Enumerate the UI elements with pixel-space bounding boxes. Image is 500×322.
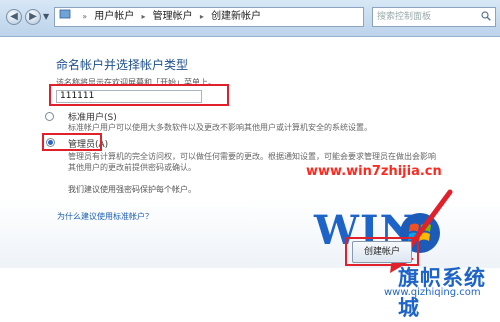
password-recommendation: 我们建议使用强密码保护每个帐户。 [68,185,196,194]
breadcrumb-manage-accounts[interactable]: 管理帐户 [153,8,193,26]
search-input[interactable]: 搜索控制面板 [372,7,496,27]
standard-user-radio[interactable] [45,112,54,121]
why-standard-link[interactable]: 为什么建议使用标准帐户？ [57,211,153,222]
breadcrumb-create-account[interactable]: 创建新帐户 [211,8,261,26]
content-pane: 命名帐户并选择帐户类型 该名称将显示在欢迎屏幕和「开始」菜单上。 111111 … [0,37,500,320]
administrator-description-line2: 其他用户的更改前提供密码或确认。 [68,163,196,172]
watermark-brand-url: www.qizhiqing.com [384,287,481,298]
address-bar[interactable]: » 用户帐户 ▸ 管理帐户 ▸ 创建新帐户 [54,7,364,27]
chevron-right-icon: ▸ [141,12,146,21]
highlight-box-name [49,84,229,106]
search-placeholder: 搜索控制面板 [377,12,432,22]
highlight-box-create [345,237,419,266]
administrator-description-line1: 管理员有计算机的完全访问权，可以做任何需要的更改。根据通知设置，可能会要求管理员… [68,152,436,161]
history-dropdown-icon[interactable]: ▼ [43,12,49,21]
highlight-box-admin [42,133,102,151]
back-button[interactable]: ◀ [6,9,22,25]
window-title-bar: ◀ ▶ ▼ » 用户帐户 ▸ 管理帐户 ▸ 创建新帐户 搜索控制面板 [0,0,500,37]
standard-user-description: 标准帐户用户可以使用大多数软件以及更改不影响其他用户或计算机安全的系统设置。 [68,123,372,132]
search-icon[interactable] [481,11,491,21]
breadcrumb-user-accounts[interactable]: 用户帐户 [94,8,134,26]
forward-button[interactable]: ▶ [25,9,41,25]
page-title: 命名帐户并选择帐户类型 [56,58,189,72]
control-panel-icon [55,8,75,27]
watermark-url: www.win7zhijia.cn [306,164,442,179]
chevron-right-icon: » [82,12,88,21]
chevron-right-icon: ▸ [199,12,204,21]
